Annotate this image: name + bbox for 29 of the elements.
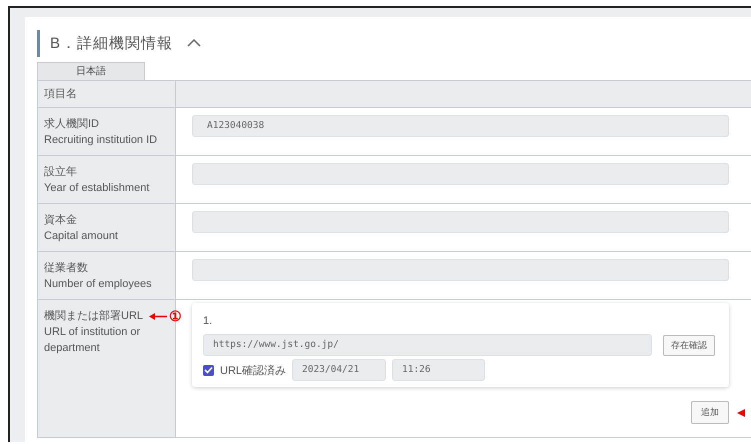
field-label: Recruiting institution ID (44, 133, 158, 148)
url-field[interactable]: https://www.jst.go.jp/ (203, 334, 652, 356)
input-field[interactable] (192, 163, 729, 185)
date-field[interactable]: 2023/04/21 (292, 359, 386, 381)
language-tab[interactable]: 日本語 (37, 62, 145, 80)
column-header: 項目名 (44, 88, 77, 100)
field-label: 従業者数 (44, 261, 88, 276)
field-label: URL of institution or department (44, 325, 142, 356)
annotation-number: ① (169, 309, 182, 323)
field-label: 求人機関ID (44, 117, 99, 132)
field-label: Number of employees (44, 277, 153, 292)
field-label: Capital amount (44, 229, 119, 244)
check-icon (204, 366, 213, 374)
annotation-arrow-icon (149, 312, 168, 320)
checkbox-label: URL確認済み (220, 364, 286, 378)
collapse-chevron-icon[interactable] (187, 38, 202, 47)
field-label: 資本金 (44, 213, 77, 228)
time-field[interactable]: 11:26 (392, 359, 486, 381)
item-number: 1. (203, 315, 214, 329)
input-field[interactable]: A123040038 (192, 115, 729, 137)
input-field[interactable] (192, 211, 729, 233)
add-button[interactable]: 追加 (691, 401, 729, 424)
field-label: 機関または部署URL (44, 308, 144, 324)
checkbox[interactable] (203, 364, 214, 376)
field-label: Year of establishment (44, 181, 150, 196)
check-existence-button[interactable]: 存在確認 (663, 334, 715, 356)
input-field[interactable] (192, 259, 729, 281)
section-title: B．詳細機関情報 (50, 34, 174, 53)
field-label: 設立年 (44, 164, 77, 180)
